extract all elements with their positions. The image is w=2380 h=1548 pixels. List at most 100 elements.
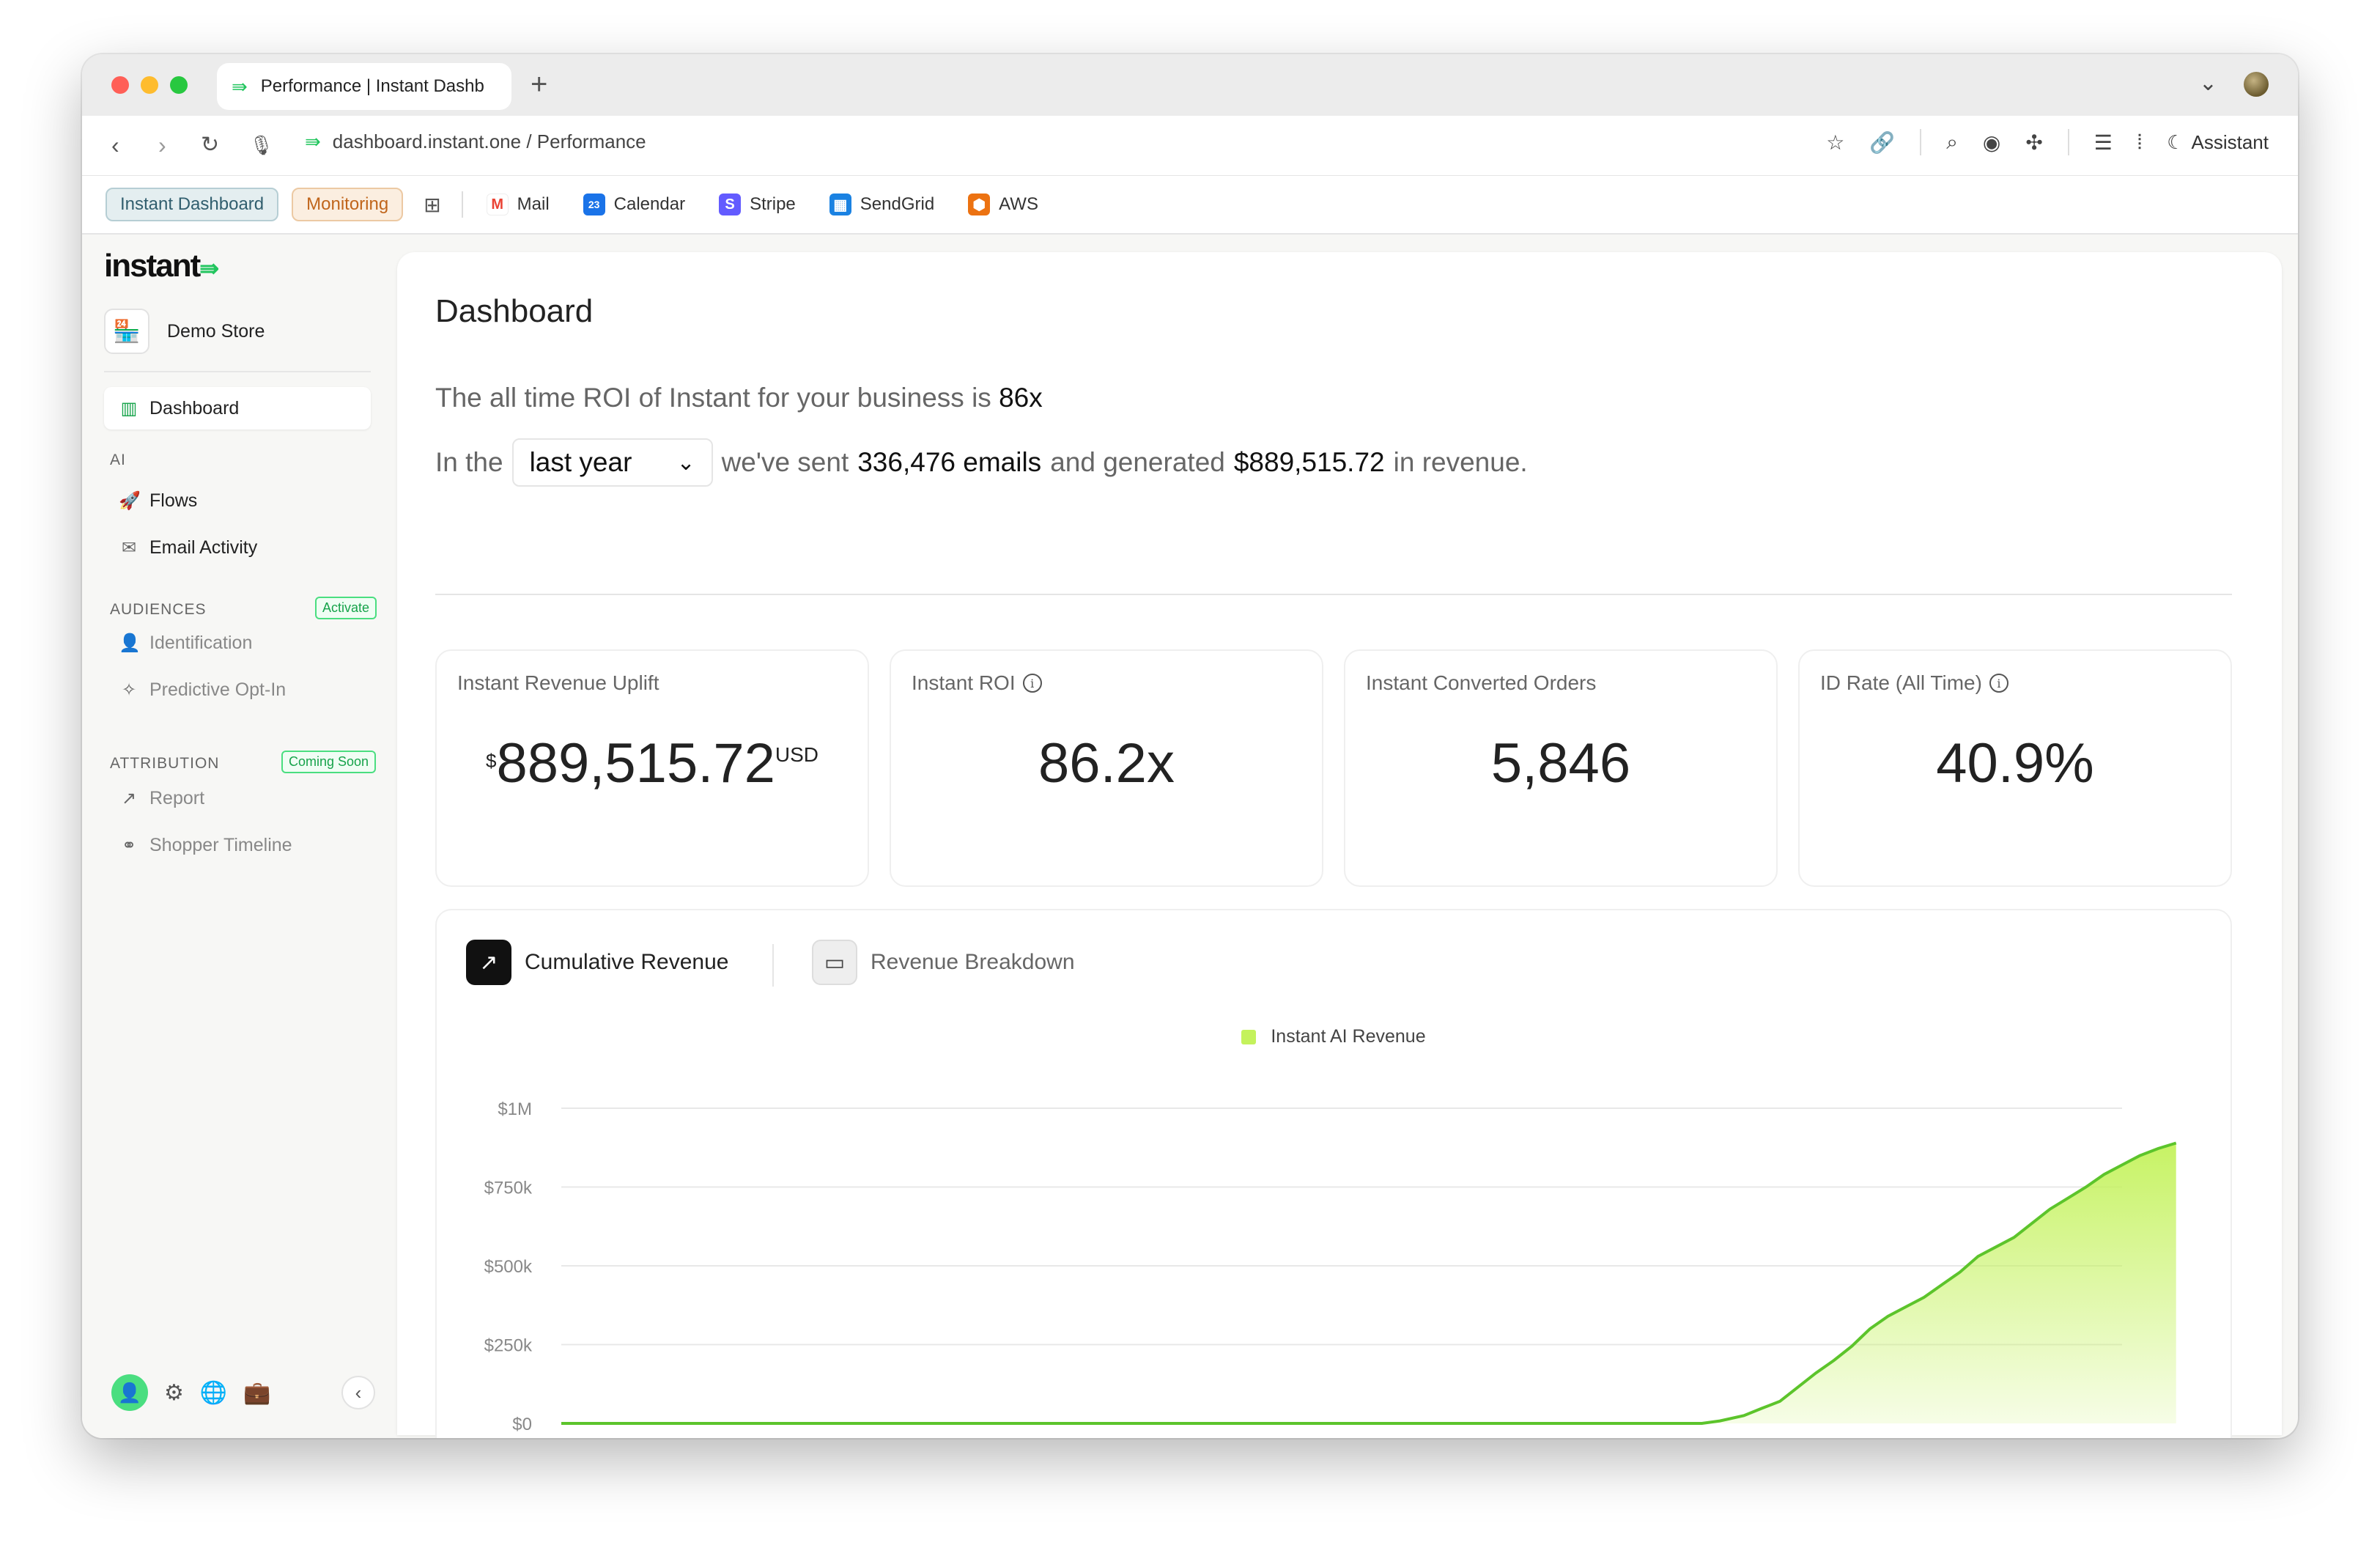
kpi-unit: USD <box>775 743 818 766</box>
kpi-value: $889,515.72USD <box>437 731 868 795</box>
bookmark-label: Stripe <box>750 194 796 214</box>
main-content: Dashboard The all time ROI of Instant fo… <box>397 252 2282 1438</box>
tab-revenue-breakdown[interactable]: ▭ Revenue Breakdown <box>812 940 1075 985</box>
period-select[interactable]: last year ⌄ <box>511 438 713 487</box>
maximize-window-button[interactable] <box>170 76 188 94</box>
toolbar-divider <box>1920 129 1922 155</box>
assistant-icon: ☾ <box>2167 130 2184 153</box>
y-tick-label: $500k <box>484 1257 533 1277</box>
bookmark-calendar[interactable]: 23 Calendar <box>573 194 695 215</box>
rocket-icon: 🚀 <box>119 490 141 511</box>
sent-suffix: in revenue. <box>1393 447 1528 477</box>
site-favicon-icon: ⇛ <box>305 130 321 152</box>
microphone-icon[interactable]: 🎙 <box>249 130 273 160</box>
roi-value: 86x <box>999 383 1043 413</box>
back-icon[interactable]: ‹ <box>111 130 119 160</box>
browser-window: ⇛ Performance | Instant Dashb + ⌄ ‹ › ↻ … <box>82 54 2298 1438</box>
bookmark-label: SendGrid <box>860 194 935 214</box>
bookmark-aws[interactable]: ⬢ AWS <box>958 194 1049 215</box>
sidebar-item-shopper-timeline[interactable]: ⚭ Shopper Timeline <box>104 824 371 866</box>
roi-summary: The all time ROI of Instant for your bus… <box>435 383 1043 413</box>
apps-grid-icon[interactable]: ⊞ <box>416 193 448 217</box>
bookmark-instant-dashboard[interactable]: Instant Dashboard <box>106 188 279 221</box>
close-window-button[interactable] <box>111 76 129 94</box>
kpi-card-converted-orders: Instant Converted Orders 5,846 <box>1344 649 1778 887</box>
bookmarks-bar: Instant Dashboard Monitoring ⊞ M Mail 23… <box>82 176 2298 235</box>
toolbar-divider <box>2067 129 2069 155</box>
sidebar-item-predictive-optin[interactable]: ✧ Predictive Opt-In <box>104 668 371 711</box>
new-tab-button[interactable]: + <box>531 66 547 103</box>
calendar-icon: 23 <box>583 194 605 215</box>
kpi-card-roi: Instant ROI i 86.2x <box>890 649 1323 887</box>
user-avatar[interactable]: 👤 <box>111 1374 148 1411</box>
sidebar-item-label: Shopper Timeline <box>149 834 292 855</box>
briefcase-icon[interactable]: 💼 <box>243 1380 270 1406</box>
activate-badge[interactable]: Activate <box>315 597 377 619</box>
binoculars-icon: ⚭ <box>121 835 137 855</box>
instant-logo[interactable]: instant⇛ <box>104 248 219 284</box>
logo-arrow-icon: ⇛ <box>199 255 220 281</box>
tab-label: Cumulative Revenue <box>525 950 729 974</box>
minimize-window-button[interactable] <box>141 76 158 94</box>
menu-lines-icon[interactable]: ☰ <box>2094 130 2113 155</box>
info-icon[interactable]: i <box>1022 674 1042 693</box>
tab-cumulative-revenue[interactable]: ↗ Cumulative Revenue <box>466 940 728 985</box>
gear-icon[interactable]: ⚙ <box>164 1380 184 1406</box>
info-icon[interactable]: i <box>1989 674 2008 693</box>
sidebar-item-flows[interactable]: 🚀 Flows <box>104 479 371 522</box>
section-attribution: ATTRIBUTION <box>110 755 220 772</box>
sidebar-item-dashboard[interactable]: ▥ Dashboard <box>104 387 371 430</box>
store-switcher[interactable]: 🏪 Demo Store <box>104 302 371 361</box>
password-manager-icon[interactable]: ◉ <box>1983 130 2000 155</box>
content-divider <box>435 594 2232 595</box>
tab-bar: ⇛ Performance | Instant Dashb + ⌄ <box>82 54 2298 116</box>
kpi-currency: $ <box>486 750 497 772</box>
coming-soon-badge: Coming Soon <box>281 751 377 773</box>
chevron-down-icon: ⌄ <box>676 450 695 475</box>
sidebar-item-label: Email Activity <box>149 537 258 558</box>
bookmark-mail[interactable]: M Mail <box>476 194 560 215</box>
kpi-value: 86.2x <box>1038 732 1175 795</box>
emails-sent-value: 336,476 emails <box>857 447 1042 477</box>
y-tick-label: $250k <box>484 1336 533 1356</box>
sidebar-item-email-activity[interactable]: ✉ Email Activity <box>104 526 371 569</box>
audio-wave-icon[interactable]: ⦙ <box>2137 130 2142 155</box>
browser-tab-active[interactable]: ⇛ Performance | Instant Dashb <box>217 63 511 110</box>
toolbar-right: ☆ 🔗 ⌕ ◉ ✣ ☰ ⦙ ☾ Assistant <box>1826 129 2269 155</box>
roi-prefix: The all time ROI of Instant for your bus… <box>435 383 991 413</box>
sent-prefix: In the <box>435 447 503 477</box>
bookmark-monitoring[interactable]: Monitoring <box>292 188 404 221</box>
link-icon[interactable]: 🔗 <box>1869 130 1895 155</box>
sidebar-item-label: Predictive Opt-In <box>149 679 287 700</box>
bookmark-sendgrid[interactable]: ▦ SendGrid <box>819 194 945 215</box>
assistant-button[interactable]: ☾ Assistant <box>2167 131 2269 154</box>
sidebar-footer: 👤 ⚙ 🌐 💼 ‹ <box>111 1371 375 1415</box>
kpi-label-wrap: ID Rate (All Time) i <box>1820 671 2008 695</box>
bookmark-label: Calendar <box>613 194 686 214</box>
reload-icon[interactable]: ↻ <box>201 130 219 160</box>
forward-icon[interactable]: › <box>158 130 166 160</box>
y-tick-label: $750k <box>484 1179 533 1198</box>
legend-swatch <box>1241 1029 1257 1044</box>
sidebar-item-report[interactable]: ↗ Report <box>104 777 371 819</box>
sent-mid: we've sent <box>721 447 849 477</box>
extensions-icon[interactable]: ✣ <box>2025 130 2042 155</box>
globe-icon[interactable]: 🌐 <box>200 1380 227 1406</box>
logo-text: instant <box>104 248 201 284</box>
series-area <box>561 1143 2176 1423</box>
kpi-value: 40.9% <box>1936 732 2094 795</box>
sent-mid2: and generated <box>1050 447 1225 477</box>
bookmark-star-icon[interactable]: ☆ <box>1826 130 1844 155</box>
bookmark-stripe[interactable]: S Stripe <box>709 194 806 215</box>
tab-title: Performance | Instant Dashb <box>260 76 484 96</box>
user-icon: 👤 <box>119 633 141 653</box>
collapse-sidebar-button[interactable]: ‹ <box>341 1376 375 1409</box>
sidebar-item-identification[interactable]: 👤 Identification <box>104 622 371 664</box>
lens-search-icon[interactable]: ⌕ <box>1946 130 1958 155</box>
kpi-number: 889,515.72 <box>496 732 775 795</box>
url-field[interactable]: ⇛ dashboard.instant.one / Performance <box>305 130 646 153</box>
kpi-card-id-rate: ID Rate (All Time) i 40.9% <box>1798 649 2232 887</box>
line-chart-icon: ↗ <box>121 788 137 808</box>
profile-avatar[interactable] <box>2244 72 2269 97</box>
tab-list-chevron-icon[interactable]: ⌄ <box>2199 70 2217 96</box>
